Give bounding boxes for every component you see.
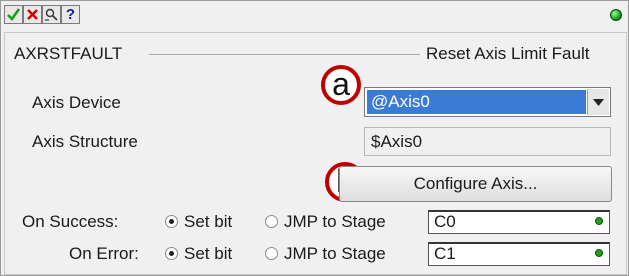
on-error-jmp-label: JMP to Stage xyxy=(284,244,386,263)
header-divider xyxy=(149,54,420,55)
monitor-button[interactable] xyxy=(42,5,61,24)
on-error-set-bit-radio[interactable] xyxy=(165,247,178,260)
on-error-field[interactable]: C1 xyxy=(428,242,610,266)
axis-structure-label: Axis Structure xyxy=(32,132,138,151)
cancel-button[interactable] xyxy=(23,5,42,24)
axis-device-select[interactable]: @Axis0 xyxy=(364,87,611,117)
accept-button[interactable] xyxy=(4,5,23,24)
axis-device-label: Axis Device xyxy=(32,93,121,112)
axis-structure-field: $Axis0 xyxy=(364,127,611,156)
help-button[interactable]: ? xyxy=(61,5,80,24)
axis-device-value: @Axis0 xyxy=(367,90,586,114)
status-indicator xyxy=(610,9,622,21)
on-error-jmp-radio[interactable] xyxy=(265,247,278,260)
on-error-label: On Error: xyxy=(69,244,139,263)
on-success-value: C0 xyxy=(434,212,456,231)
monitor-icon xyxy=(45,8,58,21)
on-success-jmp-radio[interactable] xyxy=(265,215,278,228)
on-success-label: On Success: xyxy=(22,212,119,231)
status-dot-icon xyxy=(595,249,603,257)
dropdown-button[interactable] xyxy=(587,89,609,115)
instruction-dialog: ? AXRSTFAULT Reset Axis Limit Fault a Ax… xyxy=(0,0,629,276)
toolbar: ? xyxy=(1,1,628,31)
chevron-down-icon xyxy=(593,98,604,106)
x-icon xyxy=(27,9,38,20)
on-success-jmp-label: JMP to Stage xyxy=(284,212,386,231)
instruction-name: AXRSTFAULT xyxy=(14,44,123,63)
on-success-set-bit-radio[interactable] xyxy=(165,215,178,228)
configure-axis-button[interactable]: Configure Axis... xyxy=(339,166,612,202)
checkmark-icon xyxy=(7,8,21,22)
on-error-set-bit-label: Set bit xyxy=(184,244,233,263)
instruction-description: Reset Axis Limit Fault xyxy=(426,44,590,63)
callout-a: a xyxy=(321,65,361,105)
status-dot-icon xyxy=(595,217,603,225)
help-icon: ? xyxy=(65,6,76,23)
on-success-set-bit-label: Set bit xyxy=(184,212,233,231)
on-success-field[interactable]: C0 xyxy=(428,210,610,234)
on-error-value: C1 xyxy=(434,244,456,263)
